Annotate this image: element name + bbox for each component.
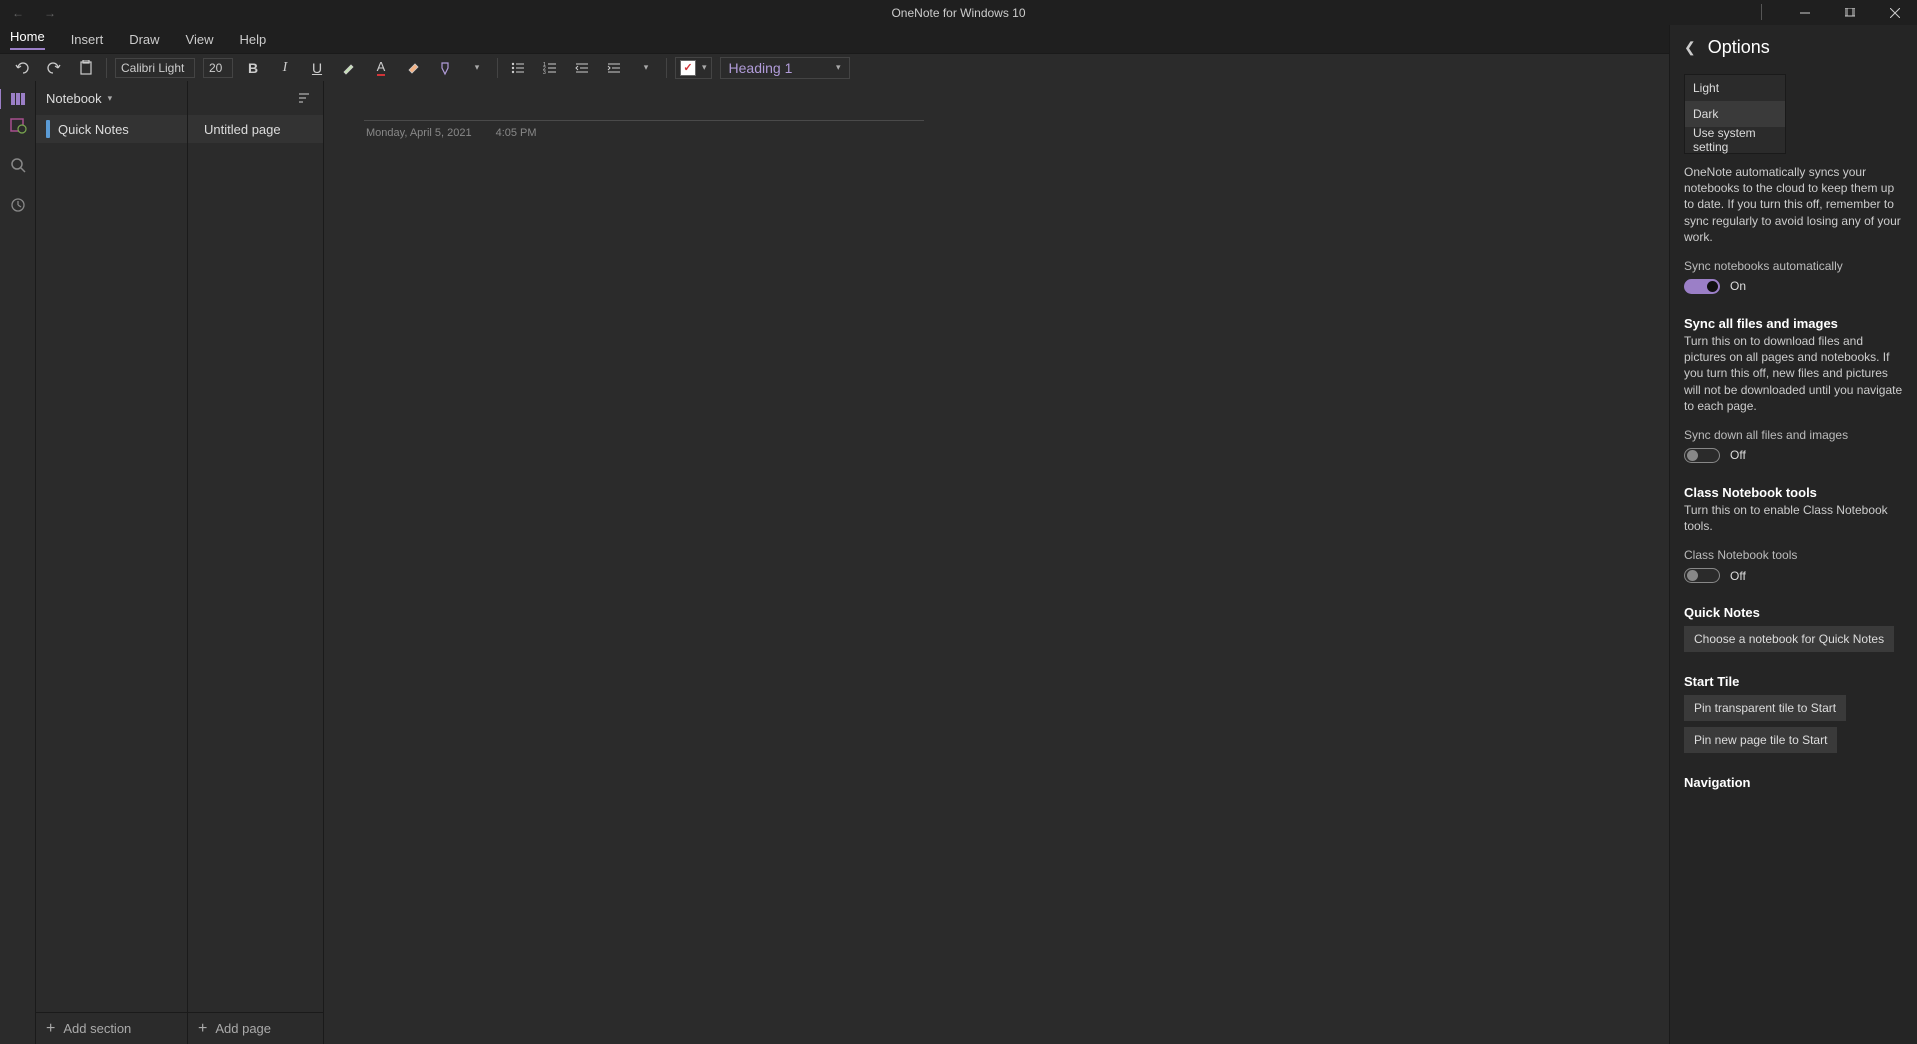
section-item[interactable]: Quick Notes — [36, 115, 187, 143]
plus-icon — [198, 1020, 207, 1038]
ribbon-separator — [497, 58, 498, 78]
tab-view[interactable]: View — [186, 32, 214, 47]
add-section-label: Add section — [63, 1021, 131, 1036]
sync-auto-toggle[interactable] — [1684, 279, 1720, 294]
toggle-state: On — [1730, 279, 1746, 293]
sections-panel: Notebook ▾ Quick Notes Add section — [36, 81, 188, 1044]
maximize-button[interactable] — [1827, 0, 1872, 25]
checkbox-icon: ✓ — [680, 60, 696, 76]
sync-auto-label: Sync notebooks automatically — [1684, 259, 1903, 273]
ribbon-separator — [106, 58, 107, 78]
page-title-input[interactable] — [364, 91, 924, 121]
toggle-state: Off — [1730, 448, 1746, 462]
quick-notes-title: Quick Notes — [1684, 605, 1903, 620]
underline-button[interactable]: U — [305, 57, 329, 79]
tab-draw[interactable]: Draw — [129, 32, 159, 47]
heading-style-select[interactable]: Heading 1 ▾ — [720, 57, 850, 79]
italic-button[interactable]: I — [273, 57, 297, 79]
search-icon[interactable] — [8, 155, 28, 175]
sync-files-title: Sync all files and images — [1684, 316, 1903, 331]
indent-button[interactable] — [602, 57, 626, 79]
clipboard-button[interactable] — [74, 57, 98, 79]
close-button[interactable] — [1872, 0, 1917, 25]
bold-button[interactable]: B — [241, 57, 265, 79]
paragraph-dropdown[interactable]: ▾ — [634, 57, 658, 79]
tab-home[interactable]: Home — [10, 29, 45, 50]
tab-help[interactable]: Help — [240, 32, 267, 47]
options-panel: ❮ Options Light Dark Use system setting … — [1669, 25, 1917, 1044]
recent-icon[interactable] — [8, 195, 28, 215]
options-title: Options — [1708, 37, 1770, 58]
ribbon: B I U A ▾ 123 ▾ ✓ ▾ Heading 1 ▾ — [0, 53, 1917, 81]
titlebar-divider — [1761, 4, 1762, 20]
tab-insert[interactable]: Insert — [71, 32, 104, 47]
back-icon: ← — [12, 6, 24, 20]
page-date: Monday, April 5, 2021 — [366, 127, 472, 139]
font-color-button[interactable]: A — [369, 57, 393, 79]
forward-icon: → — [44, 6, 56, 20]
font-name-input[interactable] — [115, 58, 195, 78]
sort-icon[interactable] — [297, 91, 311, 105]
choose-notebook-button[interactable]: Choose a notebook for Quick Notes — [1684, 626, 1894, 652]
class-nb-title: Class Notebook tools — [1684, 485, 1903, 500]
theme-dropdown[interactable]: Light Dark Use system setting — [1684, 74, 1786, 154]
sync-auto-desc: OneNote automatically syncs your noteboo… — [1684, 164, 1903, 245]
heading-style-label: Heading 1 — [729, 60, 793, 76]
bullet-list-button[interactable] — [506, 57, 530, 79]
navigation-title: Navigation — [1684, 775, 1903, 790]
notebook-dropdown[interactable]: Notebook ▾ — [36, 81, 187, 115]
page-label: Untitled page — [204, 122, 281, 137]
class-nb-desc: Turn this on to enable Class Notebook to… — [1684, 502, 1903, 534]
theme-option-system[interactable]: Use system setting — [1685, 127, 1785, 153]
todo-tag-button[interactable]: ✓ ▾ — [675, 57, 712, 79]
pages-panel: Untitled page Add page — [188, 81, 324, 1044]
plus-icon — [46, 1020, 55, 1038]
redo-button[interactable] — [42, 57, 66, 79]
left-rail — [0, 81, 36, 1044]
menu-bar: Home Insert Draw View Help — [0, 25, 1917, 53]
svg-text:3: 3 — [543, 70, 546, 76]
chevron-down-icon: ▾ — [702, 62, 707, 73]
section-label: Quick Notes — [58, 122, 129, 137]
pin-newpage-button[interactable]: Pin new page tile to Start — [1684, 727, 1837, 753]
add-page-button[interactable]: Add page — [188, 1012, 323, 1044]
sync-files-desc: Turn this on to download files and pictu… — [1684, 333, 1903, 414]
minimize-button[interactable] — [1782, 0, 1827, 25]
section-color-tab — [46, 120, 50, 138]
theme-option-light[interactable]: Light — [1685, 75, 1785, 101]
pin-transparent-button[interactable]: Pin transparent tile to Start — [1684, 695, 1846, 721]
start-tile-title: Start Tile — [1684, 674, 1903, 689]
sync-files-toggle[interactable] — [1684, 448, 1720, 463]
add-section-button[interactable]: Add section — [36, 1012, 187, 1044]
page-time: 4:05 PM — [496, 127, 537, 139]
page-item[interactable]: Untitled page — [188, 115, 323, 143]
notebooks-icon[interactable] — [0, 89, 35, 109]
add-page-label: Add page — [215, 1021, 271, 1036]
eraser-button[interactable] — [401, 57, 425, 79]
outdent-button[interactable] — [570, 57, 594, 79]
chevron-down-icon: ▾ — [108, 93, 113, 104]
font-size-input[interactable] — [203, 58, 233, 78]
class-nb-label: Class Notebook tools — [1684, 548, 1903, 562]
back-button[interactable]: ❮ — [1684, 39, 1696, 56]
theme-option-dark[interactable]: Dark — [1685, 101, 1785, 127]
undo-button[interactable] — [10, 57, 34, 79]
highlight-button[interactable] — [337, 57, 361, 79]
class-nb-toggle[interactable] — [1684, 568, 1720, 583]
sync-files-label: Sync down all files and images — [1684, 428, 1903, 442]
format-painter-button[interactable] — [433, 57, 457, 79]
toggle-state: Off — [1730, 569, 1746, 583]
chevron-down-icon: ▾ — [836, 62, 841, 73]
numbered-list-button[interactable]: 123 — [538, 57, 562, 79]
more-formatting-dropdown[interactable]: ▾ — [465, 57, 489, 79]
window-title: OneNote for Windows 10 — [891, 6, 1025, 20]
notebook-name: Notebook — [46, 91, 102, 106]
title-bar: ← → OneNote for Windows 10 — [0, 0, 1917, 25]
ribbon-separator — [666, 58, 667, 78]
recent-notes-icon[interactable] — [8, 115, 28, 135]
